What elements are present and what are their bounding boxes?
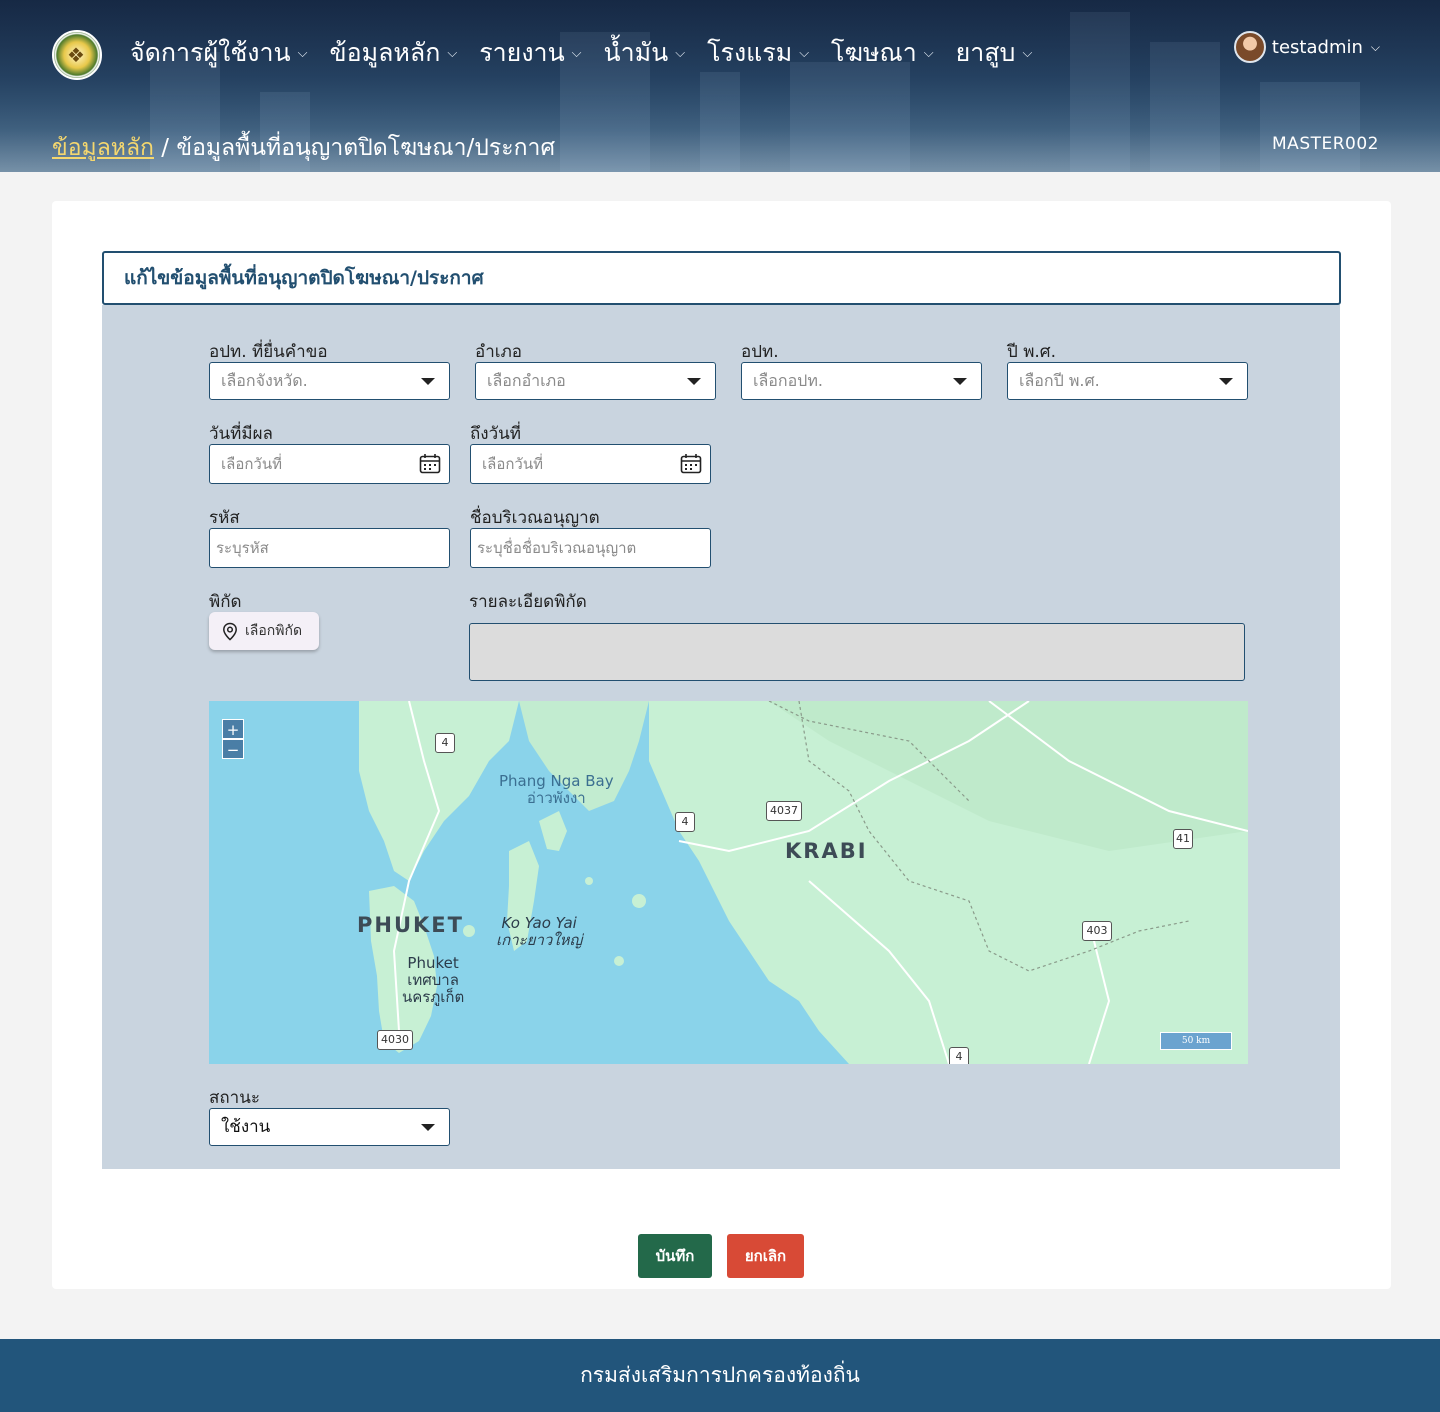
chevron-down-icon: ⌵ (297, 45, 308, 61)
route-shield: 4 (675, 812, 695, 832)
route-shield: 4 (949, 1047, 969, 1064)
user-menu[interactable]: testadmin ⌵ (1233, 31, 1380, 63)
lao-label: อปท. (741, 342, 779, 362)
chevron-down-icon: ⌵ (923, 45, 934, 61)
map-label-koyao-th: เกาะยาวใหญ่ (496, 931, 583, 949)
district-placeholder: เลือกอำเภอ (487, 371, 566, 390)
start-date-placeholder: เลือกวันที่ (221, 455, 282, 473)
code-label: รหัส (209, 508, 240, 528)
caret-down-icon (687, 378, 701, 385)
emblem-icon: ❖ (67, 43, 85, 67)
cancel-button[interactable]: ยกเลิก (727, 1234, 804, 1278)
map-label-koyao: Ko Yao Yai เกาะยาวใหญ่ (496, 915, 582, 949)
district-select[interactable]: เลือกอำเภอ (475, 362, 716, 400)
zoom-control: + − (222, 719, 244, 759)
route-shield: 4037 (766, 801, 802, 821)
coord-detail-textarea[interactable] (469, 623, 1245, 681)
district-label: อำเภอ (475, 342, 522, 362)
chevron-down-icon: ⌵ (1370, 39, 1380, 54)
calendar-icon[interactable] (680, 453, 702, 474)
code-input[interactable]: ระบุรหัส (209, 528, 450, 568)
nav-reports[interactable]: รายงาน ⌵ (479, 34, 581, 72)
code-placeholder: ระบุรหัส (216, 539, 269, 557)
province-label: อปท. ที่ยื่นคำขอ (209, 342, 328, 362)
map-label-krabi: KRABI (785, 839, 868, 863)
select-coordinate-label: เลือกพิกัด (245, 623, 303, 639)
year-placeholder: เลือกปี พ.ศ. (1019, 371, 1100, 390)
map-tiles (359, 701, 1248, 1064)
breadcrumb-current: / ข้อมูลพื้นที่อนุญาตปิดโฆษณา/ประกาศ (153, 135, 556, 161)
status-value: ใช้งาน (221, 1117, 271, 1137)
map-label-phuket-city-3: นครภูเก็ต (402, 988, 465, 1006)
map-label-phuket: PHUKET (357, 913, 464, 937)
route-shield: 4 (435, 733, 455, 753)
username: testadmin (1271, 36, 1363, 58)
chevron-down-icon: ⌵ (1022, 45, 1033, 61)
end-date-input[interactable]: เลือกวันที่ (470, 444, 711, 484)
select-coordinate-button[interactable]: เลือกพิกัด (209, 612, 319, 650)
zoom-out-button[interactable]: − (222, 739, 244, 759)
calendar-icon[interactable] (419, 453, 441, 474)
caret-down-icon (421, 378, 435, 385)
year-label: ปี พ.ศ. (1007, 342, 1056, 362)
map-pin-icon (223, 622, 237, 641)
start-date-input[interactable]: เลือกวันที่ (209, 444, 450, 484)
start-date-label: วันที่มีผล (209, 424, 273, 444)
map-label-bay: Phang Nga Bay อ่าวพังงา (499, 773, 614, 807)
route-shield: 41 (1173, 829, 1193, 849)
nav-tobacco[interactable]: ยาสูบ ⌵ (956, 34, 1033, 72)
caret-down-icon (421, 1124, 435, 1131)
lao-placeholder: เลือกอปท. (753, 371, 823, 390)
nav-user-management[interactable]: จัดการผู้ใช้งาน ⌵ (130, 34, 308, 72)
map-label-phuket-city: Phuket เทศบาล นครภูเก็ต (402, 955, 464, 1006)
map[interactable]: + − Phang Nga Bay อ่าวพังงา KRABI PHUKET… (209, 701, 1248, 1064)
coord-detail-label: รายละเอียดพิกัด (469, 592, 587, 612)
province-placeholder: เลือกจังหวัด. (221, 371, 308, 390)
nav-hotel[interactable]: โรงแรม ⌵ (707, 34, 809, 72)
nav-oil[interactable]: น้ำมัน ⌵ (604, 34, 686, 72)
map-scale: 50 km (1160, 1032, 1232, 1050)
caret-down-icon (953, 378, 967, 385)
chevron-down-icon: ⌵ (799, 45, 810, 61)
status-select[interactable]: ใช้งาน (209, 1108, 450, 1146)
chevron-down-icon: ⌵ (571, 45, 582, 61)
map-label-bay-th: อ่าวพังงา (526, 789, 586, 807)
save-button[interactable]: บันทึก (638, 1234, 712, 1278)
nav-advertising[interactable]: โฆษณา ⌵ (831, 34, 934, 72)
breadcrumb: ข้อมูลหลัก / ข้อมูลพื้นที่อนุญาตปิดโฆษณา… (52, 130, 555, 166)
chevron-down-icon: ⌵ (447, 45, 458, 61)
map-label-phuket-city-1: Phuket (407, 954, 459, 972)
lao-select[interactable]: เลือกอปท. (741, 362, 982, 400)
map-label-bay-en: Phang Nga Bay (499, 772, 614, 790)
year-select[interactable]: เลือกปี พ.ศ. (1007, 362, 1248, 400)
end-date-placeholder: เลือกวันที่ (482, 455, 543, 473)
route-shield: 403 (1082, 921, 1112, 941)
footer-text: กรมส่งเสริมการปกครองท้องถิ่น (580, 1363, 860, 1387)
area-name-input[interactable]: ระบุชื่อชื่อบริเวณอนุญาต (470, 528, 711, 568)
logo[interactable]: ❖ (52, 30, 102, 80)
coord-label: พิกัด (209, 592, 242, 612)
chevron-down-icon: ⌵ (675, 45, 686, 61)
area-name-placeholder: ระบุชื่อชื่อบริเวณอนุญาต (477, 539, 637, 557)
form-title: แก้ไขข้อมูลพื้นที่อนุญาตปิดโฆษณา/ประกาศ (102, 251, 1341, 305)
footer: กรมส่งเสริมการปกครองท้องถิ่น (0, 1339, 1440, 1412)
avatar (1233, 31, 1266, 63)
page-code: MASTER002 (1272, 134, 1379, 154)
area-name-label: ชื่อบริเวณอนุญาต (470, 508, 600, 528)
route-shield: 4030 (377, 1030, 413, 1050)
main-nav: จัดการผู้ใช้งาน ⌵ ข้อมูลหลัก ⌵ รายงาน ⌵ น้ำ… (130, 34, 1054, 72)
status-label: สถานะ (209, 1088, 260, 1108)
breadcrumb-link-master-data[interactable]: ข้อมูลหลัก (52, 135, 154, 161)
map-label-phuket-city-2: เทศบาล (407, 971, 459, 989)
province-select[interactable]: เลือกจังหวัด. (209, 362, 450, 400)
end-date-label: ถึงวันที่ (470, 424, 521, 444)
nav-master-data[interactable]: ข้อมูลหลัก ⌵ (330, 34, 458, 72)
caret-down-icon (1219, 378, 1233, 385)
zoom-in-button[interactable]: + (222, 719, 244, 739)
map-label-koyao-en: Ko Yao Yai (501, 914, 577, 932)
